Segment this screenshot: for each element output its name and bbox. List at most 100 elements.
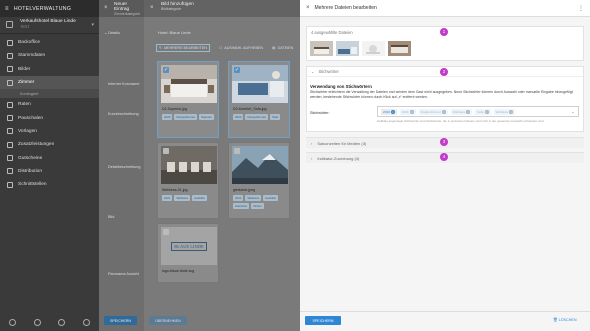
new-entry-title: Neuer Eintrag (114, 2, 130, 12)
menu-icon[interactable]: ≡ (5, 6, 9, 12)
tag: Wellness (174, 195, 191, 201)
footer-divider (300, 311, 590, 312)
field-label-short-name: Interner Kurzname (108, 82, 140, 86)
new-entry-header: × Neuer Eintrag Zimmerkategorie (99, 0, 144, 17)
close-icon[interactable]: × (306, 5, 310, 11)
sidebar-footer (0, 314, 99, 331)
checkbox-checked[interactable]: ✓ (163, 67, 169, 73)
tag: Gletscher (233, 203, 250, 209)
clear-selection-button[interactable]: ☐ AUSWAHL AUFHEBEN (219, 46, 263, 50)
selected-thumb[interactable] (310, 41, 333, 56)
template-icon (7, 128, 13, 135)
remove-icon[interactable]: × (509, 109, 514, 114)
image-card[interactable]: BLAUE LINDE logo-blaue-linde.svg (157, 223, 219, 283)
folder-label: Hotel: Blaue Linde (158, 30, 191, 35)
plug-icon (7, 181, 13, 188)
hotel-name: Verkaufshotel Blaue Linde (20, 19, 76, 24)
edit-multiple-header: × Mehrere Dateien bearbeiten ⋮ (300, 0, 590, 17)
edit-multiple-button[interactable]: ✎ MEHRERE BEARBEITEN (156, 44, 210, 52)
keyword-chip: Doppelzimmer × (418, 108, 448, 115)
wellness-image (161, 146, 217, 184)
add-image-header: × Bild hinzufügen Bildkategorie (144, 0, 300, 17)
sidebar-item-bilder[interactable]: Bilder (0, 63, 99, 76)
tag: 2020 (162, 114, 173, 120)
hotel-icon (6, 21, 13, 28)
image-card[interactable]: ✓ D2-Komfort_Sofa.jpg 2020 Doppelzimmer … (228, 61, 290, 138)
keyword-chip: Sofa × (475, 108, 491, 115)
image-filename: Wellness-01.jpg (162, 188, 188, 192)
image-card[interactable]: gletscher.jpeg 2021 Wellness Ausblick Gl… (228, 142, 290, 219)
field-label-short-description: Kurzbeschreibung (108, 112, 139, 116)
bell-icon[interactable] (33, 319, 41, 326)
close-icon[interactable]: × (104, 5, 108, 11)
remove-icon[interactable]: × (409, 109, 414, 114)
selected-thumb[interactable] (388, 41, 411, 56)
package-icon (7, 115, 13, 122)
checkbox-checked[interactable]: ✓ (234, 67, 240, 73)
distribution-icon (7, 168, 13, 175)
hotel-sub: TEST (20, 25, 30, 29)
keyword-chip: Wellness × (493, 108, 516, 115)
tag: Sofa (270, 114, 281, 120)
sidebar-item-gutscheine[interactable]: Gutscheine (0, 151, 99, 164)
keywords-input[interactable]: 2020 × 2021 × Doppelzimmer × Wellness × Sofa… (377, 106, 579, 117)
bedroom-image (161, 65, 217, 103)
sidebar-title: HOTELVERWALTUNG (13, 5, 72, 12)
keywords-heading: Verwendung von Stichwörtern (310, 84, 372, 89)
sidebar-item-zimmer[interactable]: Zimmer (0, 75, 99, 90)
sidebar-item-distribution[interactable]: Distribution (0, 165, 99, 178)
save-button[interactable]: SPEICHERN (305, 316, 341, 325)
sidebar-item-zusatzleistungen[interactable]: Zusatzleistungen (0, 138, 99, 151)
new-entry-save-button[interactable]: SPEICHERN (104, 316, 137, 325)
field-label-detail-description: Detailbeschreibung (108, 165, 141, 169)
chevron-right-icon: › (311, 155, 313, 161)
home-icon (7, 39, 13, 46)
selected-thumb[interactable] (362, 41, 385, 56)
tag: 2021 (233, 195, 244, 201)
sidebar-item-vorlagen[interactable]: Vorlagen (0, 125, 99, 138)
details-section[interactable]: ⌄ Details (104, 30, 120, 35)
user-icon[interactable] (83, 319, 91, 326)
image-card[interactable]: Wellness-01.jpg 2021 Wellness Ausblick (157, 142, 219, 219)
keyword-chip: Wellness × (450, 108, 473, 115)
badge-2: 2 (440, 68, 448, 76)
checkbox-unchecked[interactable] (163, 148, 169, 154)
checkbox-unchecked[interactable] (234, 148, 240, 154)
image-tags: 2020 Doppelzimmer Sofa (233, 114, 289, 120)
sidebar-item-stammdaten[interactable]: Stammdaten (0, 49, 99, 62)
settings-icon[interactable] (8, 319, 16, 326)
remove-icon[interactable]: × (390, 109, 395, 114)
new-entry-subtitle: Zimmerkategorie (114, 12, 141, 16)
image-card[interactable]: ✓ D2-Superior.jpg 2020 Doppelzimmer Supe… (157, 61, 219, 138)
sidebar-subitem-kontingent[interactable]: Kontingent (0, 89, 99, 99)
close-icon[interactable]: × (150, 5, 154, 11)
remove-icon[interactable]: × (466, 109, 471, 114)
sidebar-item-schnittstellen[interactable]: Schnittstellen (0, 178, 99, 191)
chevron-down-icon[interactable]: ⌄ (571, 109, 575, 115)
hotel-selector[interactable]: Verkaufshotel Blaue Linde TEST ▾ (0, 17, 99, 34)
keyword-chip: 2020 × (381, 108, 397, 115)
sidebar-item-raten[interactable]: Raten (0, 98, 99, 111)
checkbox-unchecked[interactable] (163, 229, 169, 235)
delete-button[interactable]: 🗑 LÖSCHEN (553, 318, 577, 322)
tag: 2020 (233, 114, 244, 120)
remove-icon[interactable]: × (484, 109, 489, 114)
plus-icon (7, 141, 13, 148)
help-icon[interactable] (58, 319, 66, 326)
badge-1: 1 (440, 28, 448, 36)
apply-button[interactable]: ÜBERNEHMEN (149, 316, 187, 325)
keywords-description: Stichwörter erleichtern die Verwaltung d… (310, 90, 573, 99)
sidebar-item-pauschalen[interactable]: Pauschalen (0, 111, 99, 124)
image-filename: logo-blaue-linde.svg (162, 269, 195, 273)
sidebar-item-backoffice[interactable]: Backoffice (0, 36, 99, 49)
chevron-down-icon: ▾ (91, 22, 94, 28)
remove-icon[interactable]: × (441, 109, 446, 114)
logo-image: BLAUE LINDE (161, 227, 217, 265)
more-icon[interactable]: ⋮ (578, 5, 584, 12)
selected-thumb[interactable] (336, 41, 359, 56)
sofa-room-image (232, 65, 288, 103)
add-image-subtitle: Bildkategorie (161, 7, 182, 11)
chevron-right-icon: › (311, 140, 313, 146)
files-button[interactable]: ▤ DATEIEN (272, 46, 293, 50)
tag: Wellness (245, 195, 262, 201)
